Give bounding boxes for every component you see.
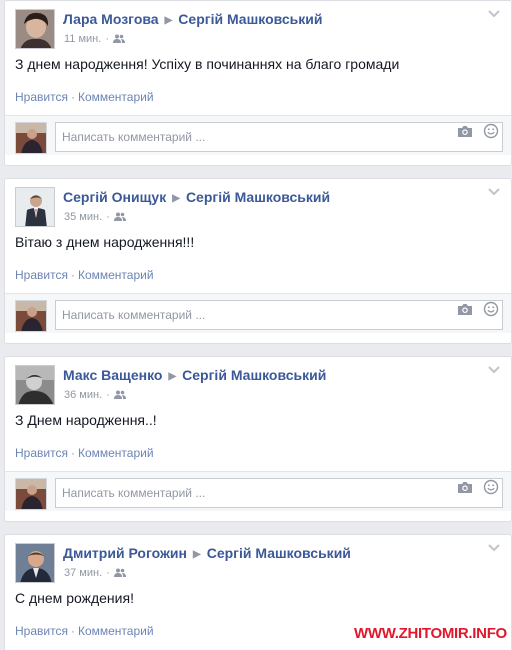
camera-icon[interactable] (457, 124, 473, 138)
post-meta: 11 мин. · (64, 33, 125, 45)
post-names: Дмитрий Рогожин ▶ Сергій Машковський (63, 545, 351, 561)
like-link[interactable]: Нравится (15, 446, 68, 460)
timestamp[interactable]: 37 мин. (64, 567, 102, 579)
target-link[interactable]: Сергій Машковський (186, 189, 330, 205)
chevron-down-icon[interactable] (487, 187, 501, 197)
post-meta: 37 мин. · (64, 567, 126, 579)
feed-post: Сергій Онищук ▶ Сергій Машковський 35 мин.… (4, 178, 512, 344)
site-watermark: WWW.ZHITOMIR.INFO (354, 625, 507, 642)
feed-post: Лара Мозгова ▶ Сергій Машковський 11 мин. ·… (4, 0, 512, 166)
viewer-avatar (15, 122, 47, 154)
author-link[interactable]: Лара Мозгова (63, 11, 159, 27)
post-header: Сергій Онищук ▶ Сергій Машковський 35 мин.… (5, 179, 511, 231)
post-text: С днем рождения! (15, 590, 134, 606)
avatar[interactable] (15, 365, 55, 405)
author-link[interactable]: Макс Ващенко (63, 367, 162, 383)
triangle-right-icon: ▶ (164, 15, 173, 26)
post-header: Макс Ващенко ▶ Сергій Машковський 36 мин. · (5, 357, 511, 409)
target-link[interactable]: Сергій Машковський (178, 11, 322, 27)
feed-post: Макс Ващенко ▶ Сергій Машковський 36 мин. ·… (4, 356, 512, 522)
smiley-icon[interactable] (483, 123, 499, 139)
avatar[interactable] (15, 9, 55, 49)
smiley-icon[interactable] (483, 301, 499, 317)
comment-bar: Написать комментарий ... (5, 293, 511, 333)
comment-input[interactable]: Написать комментарий ... (55, 300, 503, 330)
timestamp[interactable]: 11 мин. (64, 33, 101, 45)
chevron-down-icon[interactable] (487, 9, 501, 19)
friends-icon[interactable] (113, 34, 125, 43)
timestamp[interactable]: 36 мин. (64, 389, 102, 401)
avatar[interactable] (15, 187, 55, 227)
smiley-icon[interactable] (483, 479, 499, 495)
post-header: Дмитрий Рогожин ▶ Сергій Машковський 37 ми… (5, 535, 511, 587)
comment-link[interactable]: Комментарий (78, 624, 154, 638)
post-meta: 36 мин. · (64, 389, 126, 401)
comment-link[interactable]: Комментарий (78, 268, 154, 282)
post-actions: Нравится · Комментарий (15, 268, 154, 282)
comment-bar: Написать комментарий ... (5, 115, 511, 155)
triangle-right-icon: ▶ (193, 549, 201, 560)
comment-input[interactable]: Написать комментарий ... (55, 478, 503, 508)
post-text: Вітаю з днем народження!!! (15, 234, 195, 250)
target-link[interactable]: Сергій Машковський (182, 367, 326, 383)
comment-link[interactable]: Комментарий (78, 446, 154, 460)
chevron-down-icon[interactable] (487, 365, 501, 375)
like-link[interactable]: Нравится (15, 624, 68, 638)
triangle-right-icon: ▶ (172, 193, 180, 204)
author-link[interactable]: Дмитрий Рогожин (63, 545, 187, 561)
triangle-right-icon: ▶ (168, 371, 177, 382)
post-names: Сергій Онищук ▶ Сергій Машковський (63, 189, 330, 205)
avatar[interactable] (15, 543, 55, 583)
friends-icon[interactable] (113, 212, 126, 221)
camera-icon[interactable] (457, 302, 473, 316)
friends-icon[interactable] (113, 568, 126, 577)
chevron-down-icon[interactable] (487, 543, 501, 553)
post-meta: 35 мин. · (64, 211, 126, 223)
post-header: Лара Мозгова ▶ Сергій Машковський 11 мин. · (5, 1, 511, 53)
comment-input[interactable]: Написать комментарий ... (55, 122, 503, 152)
timestamp[interactable]: 35 мин. (64, 211, 102, 223)
post-names: Лара Мозгова ▶ Сергій Машковський (63, 11, 323, 27)
friends-icon[interactable] (113, 390, 126, 399)
post-actions: Нравится · Комментарий (15, 446, 154, 460)
target-link[interactable]: Сергій Машковський (207, 545, 351, 561)
like-link[interactable]: Нравится (15, 90, 68, 104)
post-text: З днем народження! Успіху в починаннях н… (15, 56, 400, 72)
comment-link[interactable]: Комментарий (78, 90, 154, 104)
camera-icon[interactable] (457, 480, 473, 494)
post-actions: Нравится · Комментарий (15, 90, 154, 104)
post-names: Макс Ващенко ▶ Сергій Машковський (63, 367, 326, 383)
like-link[interactable]: Нравится (15, 268, 68, 282)
viewer-avatar (15, 478, 47, 510)
author-link[interactable]: Сергій Онищук (63, 189, 166, 205)
comment-bar: Написать комментарий ... (5, 471, 511, 511)
post-text: З Днем народження..! (15, 412, 157, 428)
viewer-avatar (15, 300, 47, 332)
